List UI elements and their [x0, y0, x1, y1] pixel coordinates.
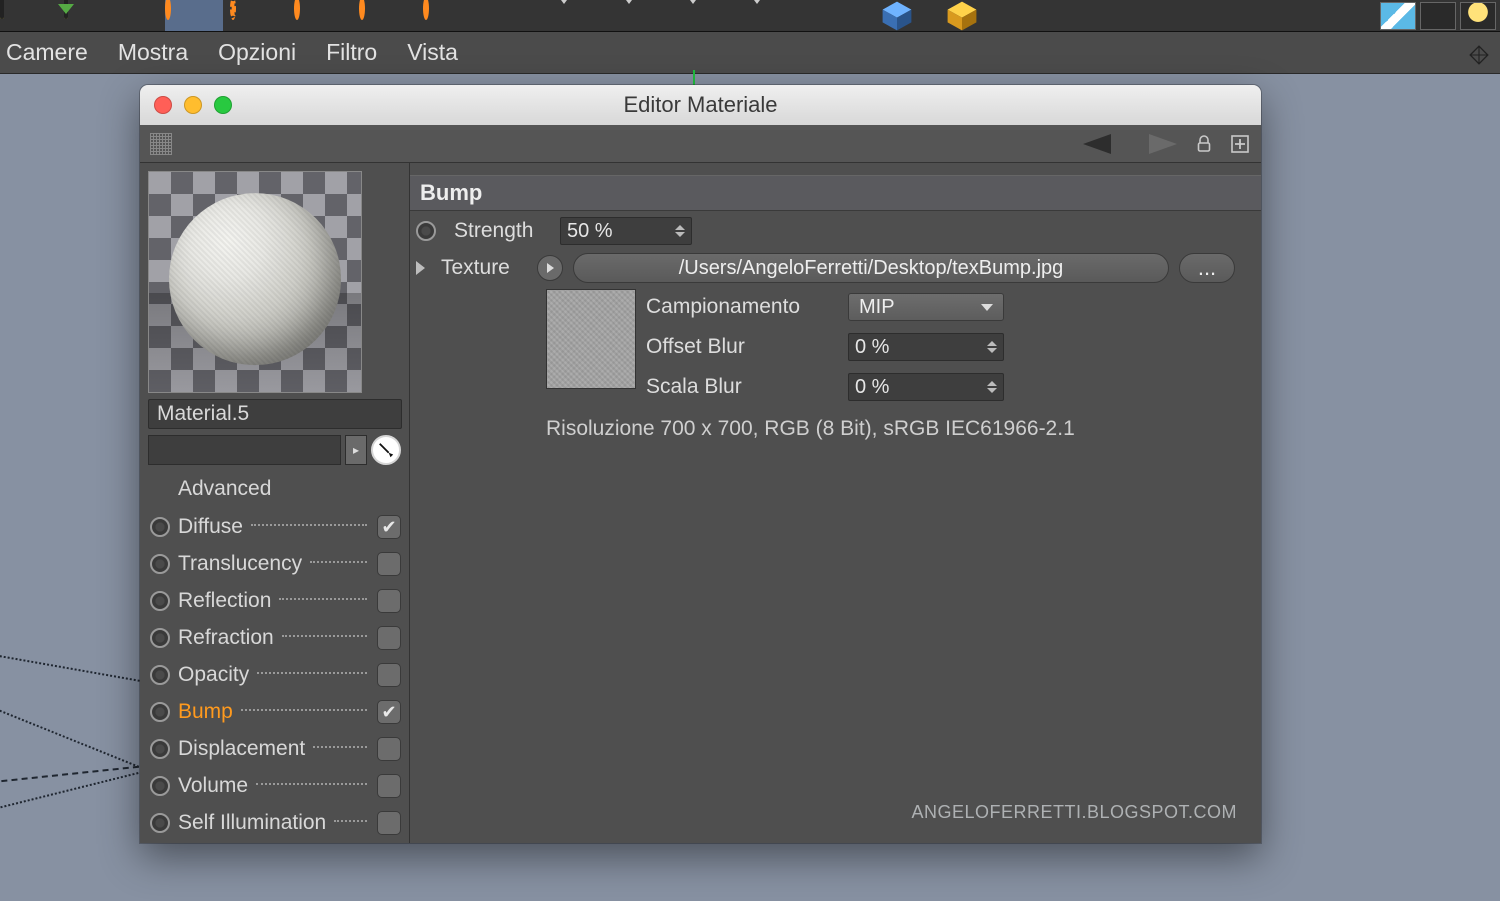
scale-blur-label: Scala Blur	[646, 375, 838, 399]
material-sidebar: ▸ Advanced Diffuse Translucency Reflection…	[140, 163, 410, 843]
property-anim-toggle[interactable]	[150, 628, 170, 648]
property-checkbox[interactable]	[377, 737, 401, 761]
material-name-input[interactable]	[148, 399, 402, 429]
property-row-opacity[interactable]: Opacity	[148, 659, 401, 691]
property-checkbox[interactable]	[377, 626, 401, 650]
property-anim-toggle[interactable]	[150, 517, 170, 537]
menu-vista[interactable]: Vista	[407, 39, 458, 66]
property-label: Reflection	[178, 589, 271, 613]
property-checkbox[interactable]	[377, 515, 401, 539]
property-checkbox[interactable]	[377, 663, 401, 687]
property-row-refraction[interactable]: Refraction	[148, 622, 401, 654]
undo-icon[interactable]	[0, 0, 4, 19]
nav-next-icon[interactable]	[1135, 131, 1179, 157]
property-label: Opacity	[178, 663, 249, 687]
strength-label: Strength	[454, 219, 550, 243]
preview-sphere	[169, 194, 341, 366]
viewport-menubar: Camere Mostra Opzioni Filtro Vista	[0, 32, 1500, 74]
property-row-displacement[interactable]: Displacement	[148, 733, 401, 765]
property-label: Diffuse	[178, 515, 243, 539]
tool-circle-icon[interactable]	[165, 0, 171, 20]
strength-input[interactable]: 50 %	[560, 217, 692, 245]
property-row-volume[interactable]: Volume	[148, 770, 401, 802]
property-row-bump[interactable]: Bump	[148, 696, 401, 728]
property-label: Volume	[178, 774, 248, 798]
app-toolbar	[0, 0, 1500, 32]
window-titlebar[interactable]: Editor Materiale	[140, 85, 1261, 125]
material-editor-window: Editor Materiale	[140, 85, 1261, 843]
cube-add-icon[interactable]	[933, 19, 991, 32]
sampling-label: Campionamento	[646, 295, 838, 319]
property-label: Refraction	[178, 626, 274, 650]
property-checkbox[interactable]	[377, 589, 401, 613]
property-list: Diffuse Translucency Reflection Refraction O…	[148, 509, 401, 839]
scale-blur-input[interactable]: 0 %	[848, 373, 1004, 401]
property-checkbox[interactable]	[377, 552, 401, 576]
tool-misc-icon[interactable]	[423, 0, 429, 20]
property-row-reflection[interactable]: Reflection	[148, 585, 401, 617]
menu-camere[interactable]: Camere	[6, 39, 88, 66]
menu-filtro[interactable]: Filtro	[326, 39, 377, 66]
property-row-diffuse[interactable]: Diffuse	[148, 511, 401, 543]
tool-ring-icon[interactable]	[230, 0, 236, 20]
property-anim-toggle[interactable]	[150, 591, 170, 611]
menu-mostra[interactable]: Mostra	[118, 39, 188, 66]
section-header: Bump	[410, 175, 1261, 211]
lock-icon[interactable]	[1193, 133, 1215, 155]
sampling-dropdown[interactable]: MIP	[848, 293, 1004, 321]
view-settings-icon[interactable]	[1420, 2, 1456, 30]
nav-gizmo-icon[interactable]	[1468, 44, 1490, 66]
tool-rot-icon[interactable]	[294, 0, 300, 20]
cube-blue-icon[interactable]	[868, 19, 926, 32]
window-title: Editor Materiale	[140, 92, 1261, 118]
property-anim-toggle[interactable]	[150, 702, 170, 722]
texture-swatch-icon[interactable]	[150, 133, 172, 155]
add-tab-icon[interactable]	[1229, 133, 1251, 155]
texture-menu-button[interactable]	[537, 255, 563, 281]
texture-thumbnail[interactable]	[546, 289, 636, 389]
material-preview[interactable]	[148, 171, 362, 393]
view-tile-icon[interactable]	[1380, 2, 1416, 30]
strength-anim-toggle[interactable]	[416, 221, 436, 241]
tool-scale-icon[interactable]	[359, 0, 365, 20]
watermark: ANGELOFERRETTI.BLOGSPOT.COM	[911, 802, 1237, 823]
property-label: Self Illumination	[178, 811, 326, 835]
resolution-info: Risoluzione 700 x 700, RGB (8 Bit), sRGB…	[546, 417, 1261, 441]
property-row-translucency[interactable]: Translucency	[148, 548, 401, 580]
nav-prev-icon[interactable]	[1081, 131, 1125, 157]
tag-dropdown-icon[interactable]: ▸	[345, 435, 367, 465]
texture-disclosure-icon[interactable]	[416, 261, 425, 275]
property-anim-toggle[interactable]	[150, 554, 170, 574]
property-anim-toggle[interactable]	[150, 665, 170, 685]
property-checkbox[interactable]	[377, 774, 401, 798]
picker-icon[interactable]	[371, 435, 401, 465]
menu-opzioni[interactable]: Opzioni	[218, 39, 296, 66]
tag-input[interactable]	[148, 435, 341, 465]
offset-blur-label: Offset Blur	[646, 335, 838, 359]
property-label: Bump	[178, 700, 233, 724]
redo-icon[interactable]	[64, 0, 68, 19]
offset-blur-input[interactable]: 0 %	[848, 333, 1004, 361]
texture-path-field[interactable]: /Users/AngeloFerretti/Desktop/texBump.jp…	[573, 253, 1169, 283]
property-row-self-illumination[interactable]: Self Illumination	[148, 807, 401, 839]
editor-toolbar	[140, 125, 1261, 163]
browse-button[interactable]: ...	[1179, 253, 1235, 283]
property-label: Translucency	[178, 552, 302, 576]
property-anim-toggle[interactable]	[150, 813, 170, 833]
property-checkbox[interactable]	[377, 811, 401, 835]
bump-panel: Bump Strength 50 % Texture /Users/Angelo…	[410, 163, 1261, 843]
property-label: Displacement	[178, 737, 305, 761]
lamp-icon[interactable]	[1460, 2, 1496, 30]
property-anim-toggle[interactable]	[150, 776, 170, 796]
advanced-label: Advanced	[148, 471, 401, 503]
property-checkbox[interactable]	[377, 700, 401, 724]
property-anim-toggle[interactable]	[150, 739, 170, 759]
texture-label: Texture	[441, 256, 527, 280]
